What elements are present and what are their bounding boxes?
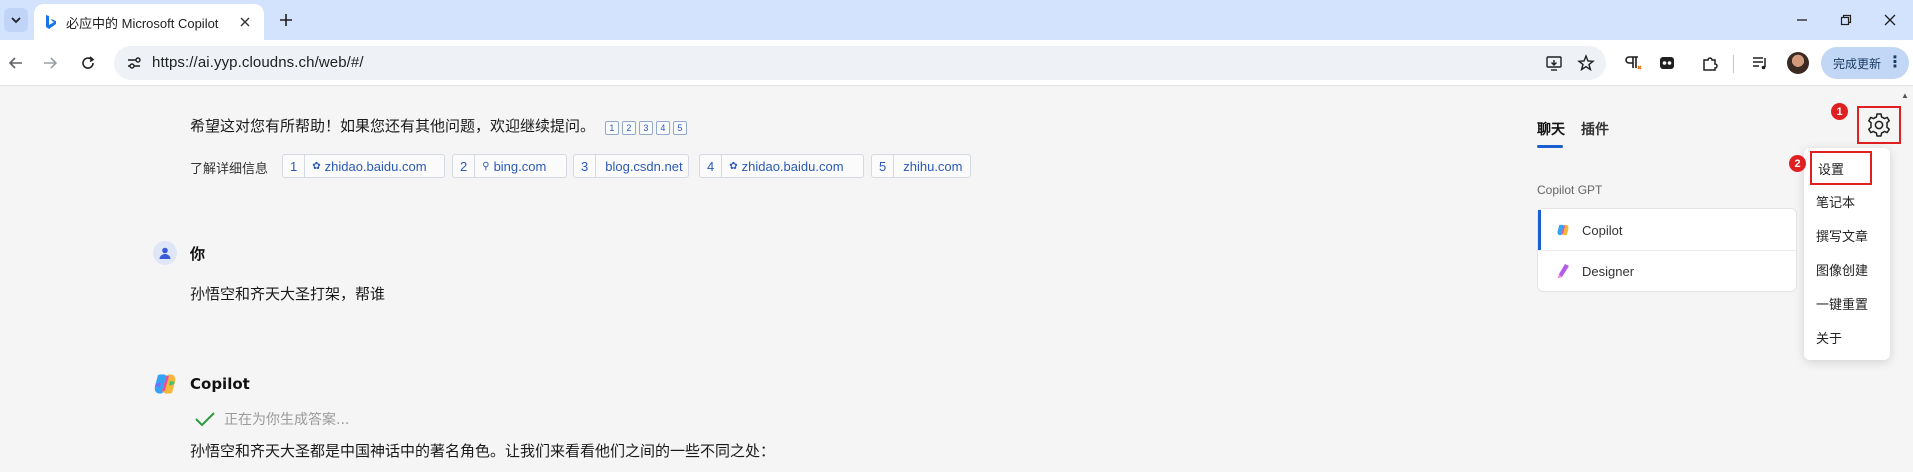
gear-icon bbox=[1868, 113, 1890, 137]
scrollbar-up-arrow-icon[interactable]: ▲ bbox=[1901, 91, 1911, 100]
toolbar-divider bbox=[1733, 55, 1734, 73]
site-info-icon[interactable] bbox=[124, 53, 144, 73]
restore-icon bbox=[1840, 14, 1852, 26]
source-name: zhihu.com bbox=[903, 158, 963, 174]
citation-marks: 12345 bbox=[604, 118, 690, 135]
source-name: bing.com bbox=[493, 158, 547, 174]
copilot-page: 希望这对您有所帮助！如果您还有其他问题，欢迎继续提问。 12345 了解详细信息… bbox=[0, 87, 1913, 472]
address-bar[interactable]: https://ai.yyp.cloudns.ch/web/#/ bbox=[114, 46, 1606, 80]
settings-menu: 设置 笔记本 撰写文章 图像创建 一键重置 关于 bbox=[1804, 148, 1890, 360]
annotation-badge-1: 1 bbox=[1831, 103, 1848, 120]
previous-answer-tail: 希望这对您有所帮助！如果您还有其他问题，欢迎继续提问。 12345 bbox=[190, 115, 690, 136]
browser-tab-active[interactable]: 必应中的 Microsoft Copilot bbox=[34, 4, 264, 40]
source-chip[interactable]: 3 blog.csdn.net bbox=[573, 154, 689, 178]
annotation-badge-2: 2 bbox=[1789, 155, 1806, 172]
baidu-icon: ✿ bbox=[729, 160, 738, 172]
menu-item-about[interactable]: 关于 bbox=[1804, 320, 1890, 354]
source-number: 1 bbox=[283, 155, 306, 177]
source-name: zhidao.baidu.com bbox=[741, 158, 844, 174]
citation-mark[interactable]: 1 bbox=[604, 121, 619, 135]
source-chip[interactable]: 5 zhihu.com bbox=[871, 154, 971, 178]
install-app-icon[interactable] bbox=[1544, 53, 1564, 73]
citation-mark[interactable]: 2 bbox=[621, 121, 636, 135]
browser-toolbar: https://ai.yyp.cloudns.ch/web/#/ 完成更新 ⋮ bbox=[0, 40, 1913, 86]
source-name: blog.csdn.net bbox=[605, 158, 683, 174]
extension-app-icon[interactable] bbox=[1655, 51, 1679, 75]
source-number: 2 bbox=[453, 155, 476, 177]
close-tab-icon[interactable] bbox=[236, 13, 254, 31]
back-button[interactable] bbox=[4, 51, 28, 75]
generating-status: 正在为你生成答案... bbox=[194, 409, 349, 429]
forward-button[interactable] bbox=[38, 51, 62, 75]
close-icon bbox=[1884, 14, 1896, 26]
user-icon bbox=[159, 247, 171, 259]
gpt-item-copilot[interactable]: Copilot bbox=[1538, 210, 1796, 250]
copilot-logo-icon bbox=[152, 371, 178, 397]
media-queue-icon[interactable] bbox=[1748, 51, 1772, 75]
menu-item-image-create[interactable]: 图像创建 bbox=[1804, 252, 1890, 286]
translate-extension-icon[interactable] bbox=[1622, 51, 1646, 75]
search-icon: ⚲ bbox=[482, 160, 490, 172]
tab-plugins[interactable]: 插件 bbox=[1581, 119, 1609, 139]
active-tab-indicator bbox=[1537, 145, 1563, 148]
bookmark-star-icon[interactable] bbox=[1576, 53, 1596, 73]
gpt-name: Copilot bbox=[1582, 222, 1623, 238]
update-label: 完成更新 bbox=[1833, 56, 1882, 71]
citation-mark[interactable]: 4 bbox=[655, 121, 670, 135]
source-chip[interactable]: 2 ⚲ bing.com bbox=[452, 154, 567, 178]
copilot-name: Copilot bbox=[190, 375, 250, 393]
baidu-icon: ✿ bbox=[312, 160, 321, 172]
reload-icon bbox=[82, 56, 95, 69]
generating-status-text: 正在为你生成答案... bbox=[224, 412, 350, 428]
source-chip[interactable]: 1 ✿ zhidao.baidu.com bbox=[282, 154, 445, 178]
new-tab-button[interactable] bbox=[274, 8, 298, 32]
gpt-item-designer[interactable]: Designer bbox=[1538, 251, 1796, 291]
url-text[interactable]: https://ai.yyp.cloudns.ch/web/#/ bbox=[152, 54, 364, 71]
extensions-puzzle-icon[interactable] bbox=[1698, 51, 1722, 75]
plus-icon bbox=[280, 14, 292, 26]
checkmark-icon bbox=[195, 412, 215, 427]
tab-title: 必应中的 Microsoft Copilot bbox=[66, 15, 219, 31]
copilot-icon bbox=[1557, 224, 1569, 236]
menu-item-reset[interactable]: 一键重置 bbox=[1804, 286, 1890, 320]
gpt-list: Copilot Designer bbox=[1537, 208, 1797, 292]
restore-window-button[interactable] bbox=[1834, 8, 1858, 32]
bing-favicon-icon bbox=[46, 15, 56, 29]
user-name: 你 bbox=[190, 245, 206, 263]
source-chip[interactable]: 4 ✿ zhidao.baidu.com bbox=[699, 154, 864, 178]
minimize-icon bbox=[1797, 19, 1807, 21]
gpt-name: Designer bbox=[1582, 263, 1635, 279]
user-message: 孙悟空和齐天大圣打架，帮谁 bbox=[190, 285, 386, 303]
source-number: 3 bbox=[574, 155, 597, 177]
source-name: zhidao.baidu.com bbox=[324, 158, 427, 174]
previous-answer-text: 希望这对您有所帮助！如果您还有其他问题，欢迎继续提问。 bbox=[190, 117, 596, 135]
chevron-down-icon bbox=[11, 17, 21, 24]
update-browser-button[interactable]: 完成更新 ⋮ bbox=[1821, 47, 1909, 79]
user-avatar bbox=[153, 241, 177, 265]
source-number: 4 bbox=[700, 155, 723, 177]
close-window-button[interactable] bbox=[1878, 8, 1902, 32]
menu-item-compose[interactable]: 撰写文章 bbox=[1804, 218, 1890, 252]
designer-icon bbox=[1558, 264, 1569, 278]
citation-mark[interactable]: 5 bbox=[672, 121, 687, 135]
settings-gear-button[interactable] bbox=[1857, 106, 1901, 144]
citation-mark[interactable]: 3 bbox=[638, 121, 653, 135]
copilot-answer-start: 孙悟空和齐天大圣都是中国神话中的著名角色。让我们来看看他们之间的一些不同之处： bbox=[190, 442, 776, 460]
tab-chat[interactable]: 聊天 bbox=[1537, 119, 1565, 139]
source-number: 5 bbox=[872, 155, 895, 177]
tab-search-button[interactable] bbox=[4, 8, 28, 32]
reload-button[interactable] bbox=[76, 51, 100, 75]
arrow-left-icon bbox=[8, 57, 22, 69]
more-menu-icon: ⋮ bbox=[1887, 54, 1904, 71]
gpt-section-label: Copilot GPT bbox=[1537, 183, 1603, 197]
menu-item-notebook[interactable]: 笔记本 bbox=[1804, 184, 1890, 218]
profile-avatar[interactable] bbox=[1787, 52, 1809, 74]
arrow-right-icon bbox=[44, 57, 58, 69]
minimize-window-button[interactable] bbox=[1790, 8, 1814, 32]
menu-item-settings[interactable]: 设置 bbox=[1810, 151, 1872, 185]
learn-more-label: 了解详细信息 bbox=[190, 162, 269, 177]
browser-tab-strip: 必应中的 Microsoft Copilot bbox=[0, 0, 1913, 40]
